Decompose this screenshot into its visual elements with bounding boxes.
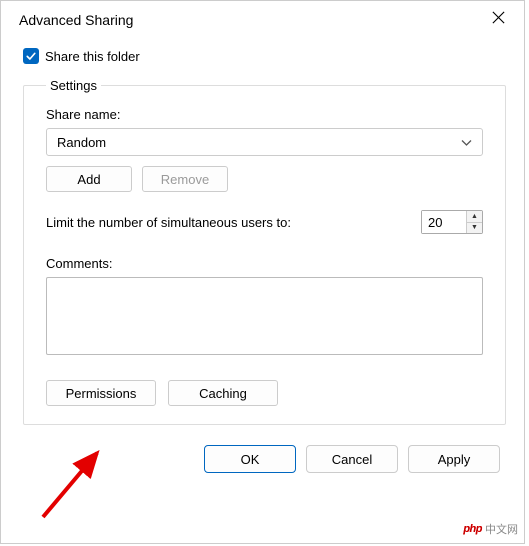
settings-action-buttons: Permissions Caching <box>46 380 483 406</box>
spinner-up-icon[interactable]: ▲ <box>467 211 482 223</box>
remove-button: Remove <box>142 166 228 192</box>
spinner-buttons: ▲ ▼ <box>466 211 482 233</box>
footer-buttons: OK Cancel Apply <box>23 445 506 473</box>
share-name-label: Share name: <box>46 107 483 122</box>
limit-spinner[interactable]: ▲ ▼ <box>421 210 483 234</box>
share-name-buttons: Add Remove <box>46 166 483 192</box>
share-folder-checkbox[interactable] <box>23 48 39 64</box>
permissions-button[interactable]: Permissions <box>46 380 156 406</box>
chevron-down-icon <box>461 135 472 150</box>
settings-legend: Settings <box>46 78 101 93</box>
share-name-value: Random <box>57 135 106 150</box>
limit-input[interactable] <box>422 211 466 233</box>
watermark-text: 中文网 <box>485 521 518 537</box>
cancel-button[interactable]: Cancel <box>306 445 398 473</box>
limit-row: Limit the number of simultaneous users t… <box>46 210 483 234</box>
close-icon[interactable] <box>487 9 510 30</box>
comments-label: Comments: <box>46 256 483 271</box>
titlebar: Advanced Sharing <box>1 1 524 42</box>
add-button[interactable]: Add <box>46 166 132 192</box>
share-folder-label: Share this folder <box>45 49 140 64</box>
watermark: php 中文网 <box>463 521 518 537</box>
settings-group: Settings Share name: Random Add Remove L… <box>23 78 506 425</box>
dialog-content: Share this folder Settings Share name: R… <box>1 42 524 487</box>
caching-button[interactable]: Caching <box>168 380 278 406</box>
limit-label: Limit the number of simultaneous users t… <box>46 215 291 230</box>
share-name-select[interactable]: Random <box>46 128 483 156</box>
comments-input[interactable] <box>46 277 483 355</box>
apply-button[interactable]: Apply <box>408 445 500 473</box>
advanced-sharing-dialog: Advanced Sharing Share this folder Setti… <box>0 0 525 544</box>
dialog-title: Advanced Sharing <box>19 12 133 28</box>
ok-button[interactable]: OK <box>204 445 296 473</box>
share-folder-row[interactable]: Share this folder <box>23 48 506 64</box>
watermark-logo: php <box>463 523 482 535</box>
spinner-down-icon[interactable]: ▼ <box>467 223 482 234</box>
